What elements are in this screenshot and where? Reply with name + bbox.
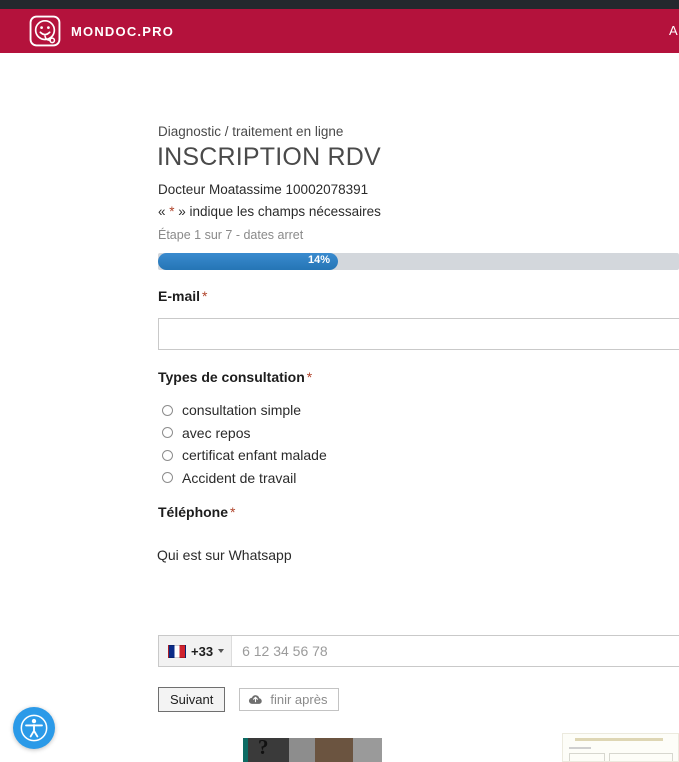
doc-text-line <box>569 747 591 749</box>
email-required-asterisk: * <box>202 288 208 304</box>
consultation-label-text: Types de consultation <box>158 369 305 385</box>
video-thumbnail-caption: ? <box>258 738 269 759</box>
video-thumbnail[interactable]: ? <box>243 738 382 762</box>
radio-label: certificat enfant malade <box>182 447 327 464</box>
email-input[interactable] <box>158 318 679 350</box>
progress-percent-label: 14% <box>307 254 330 266</box>
form-actions: Suivant finir après <box>158 687 340 712</box>
doctor-info: Docteur Moatassime 10002078391 <box>158 182 369 197</box>
required-fields-note: « * » indique les champs nécessaires <box>158 204 381 219</box>
email-label: E-mail * <box>158 288 207 304</box>
radio-option-certificat-enfant-malade[interactable]: certificat enfant malade <box>162 444 327 467</box>
radio-option-avec-repos[interactable]: avec repos <box>162 422 327 445</box>
consultation-required-asterisk: * <box>306 369 313 385</box>
radio-label: Accident de travail <box>182 469 297 486</box>
site-header: MONDOC.PRO A <box>0 9 679 53</box>
breadcrumb: Diagnostic / traitement en ligne <box>158 124 344 139</box>
radio-option-accident-de-travail[interactable]: Accident de travail <box>162 467 327 490</box>
accessibility-person-icon <box>20 714 48 742</box>
email-label-text: E-mail <box>158 288 201 304</box>
chevron-down-icon[interactable] <box>218 649 225 653</box>
telephone-label-text: Téléphone <box>158 504 229 520</box>
required-note-suffix: » indique les champs nécessaires <box>174 204 381 219</box>
telephone-input[interactable] <box>232 636 679 666</box>
telephone-field: +33 <box>158 635 679 667</box>
smiley-stethoscope-logo-icon <box>29 15 61 47</box>
admin-bar <box>0 0 679 9</box>
consultation-label: Types de consultation * <box>158 369 312 385</box>
brand-logo[interactable]: MONDOC.PRO <box>28 12 174 50</box>
doc-field-box <box>569 753 605 761</box>
finish-later-label: finir après <box>270 692 328 707</box>
document-thumbnail[interactable] <box>562 733 679 762</box>
consultation-radio-group: consultation simple avec repos certifica… <box>162 399 327 489</box>
finish-later-button[interactable]: finir après <box>239 688 340 711</box>
dial-code-label: +33 <box>191 643 214 659</box>
progress-bar-fill: 14% <box>158 253 338 270</box>
flag-france-icon <box>168 644 186 658</box>
page-root: MONDOC.PRO A Diagnostic / traitement en … <box>0 0 679 762</box>
telephone-help-text: Qui est sur Whatsapp <box>157 547 292 563</box>
telephone-required-asterisk: * <box>230 504 236 520</box>
radio-circle-icon[interactable] <box>162 472 173 484</box>
page-title: INSCRIPTION RDV <box>157 143 381 171</box>
doc-field-box <box>609 753 673 761</box>
brand-name: MONDOC.PRO <box>71 23 174 39</box>
progress-bar: 14% <box>158 253 679 270</box>
accessibility-widget-button[interactable] <box>13 707 55 749</box>
telephone-label: Téléphone * <box>158 504 235 520</box>
radio-label: avec repos <box>182 424 251 441</box>
step-indicator: Étape 1 sur 7 - dates arret <box>158 228 304 242</box>
radio-circle-icon[interactable] <box>162 449 173 461</box>
nav-partial-item[interactable]: A <box>669 23 679 38</box>
doc-highlight-bar <box>575 738 663 741</box>
radio-label: consultation simple <box>182 402 302 419</box>
radio-circle-icon[interactable] <box>162 427 173 439</box>
cloud-save-icon <box>249 695 263 704</box>
radio-circle-icon[interactable] <box>162 404 173 416</box>
next-button[interactable]: Suivant <box>158 687 226 712</box>
country-code-selector[interactable]: +33 <box>159 636 233 666</box>
radio-option-consultation-simple[interactable]: consultation simple <box>162 399 327 422</box>
required-note-prefix: « <box>158 204 170 219</box>
